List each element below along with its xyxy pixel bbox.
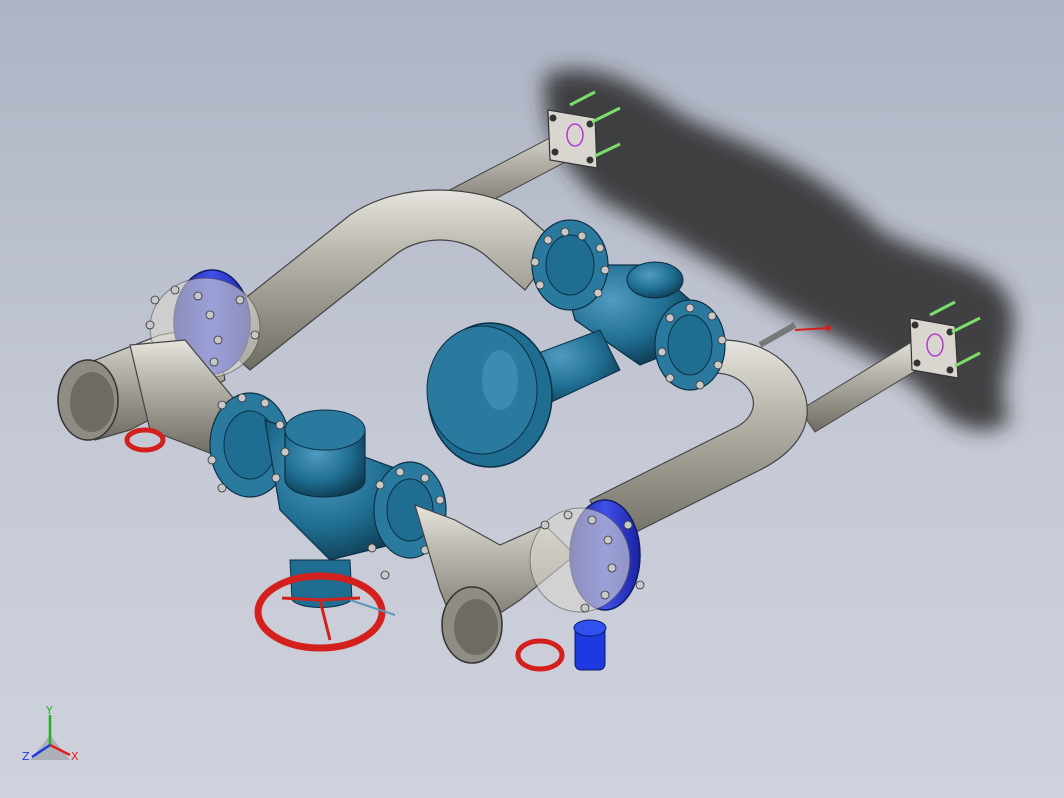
strainer-cap[interactable] — [426, 322, 621, 468]
coordinate-triad[interactable]: Y X Z — [22, 704, 79, 763]
handwheel-drain-front[interactable] — [515, 638, 565, 672]
front-blue-flange[interactable] — [529, 499, 641, 613]
triad-z-label: Z — [22, 750, 30, 763]
triad-y-label: Y — [45, 704, 53, 717]
model-scene[interactable]: Y X Z — [0, 0, 1064, 798]
sensor-probe[interactable] — [758, 322, 831, 348]
drain-valve-front[interactable] — [573, 619, 607, 671]
triad-x-label: X — [71, 750, 79, 763]
cad-viewport[interactable]: Y X Z — [0, 0, 1064, 798]
handwheel-drain-left[interactable] — [124, 427, 166, 453]
